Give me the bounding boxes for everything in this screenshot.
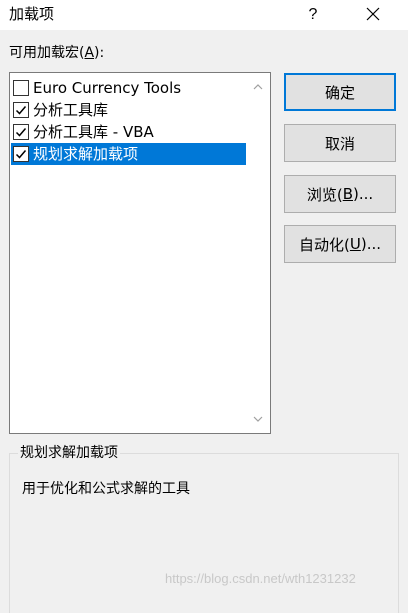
addin-item-label: 分析工具库 [33,101,109,119]
automation-button[interactable]: 自动化(U)... [284,225,396,263]
available-addins-label: 可用加载宏(A): [9,45,105,61]
title-bar: 加载项 ? [0,0,408,30]
watermark-text: https://blog.csdn.net/wth1231232 [165,571,356,586]
checkmark-icon [15,150,27,159]
addin-item-label: 分析工具库 - VBA [33,123,154,141]
description-text: 用于优化和公式求解的工具 [22,481,190,497]
addin-item-analysis-toolpak-vba[interactable]: 分析工具库 - VBA [11,121,247,143]
addin-item-label: Euro Currency Tools [33,79,182,97]
addin-item-solver[interactable]: 规划求解加载项 [11,143,247,165]
addin-item-label: 规划求解加载项 [33,145,139,163]
ok-button[interactable]: 确定 [284,73,396,111]
close-button[interactable] [350,0,396,30]
scroll-down-button[interactable] [246,407,270,431]
addin-checkbox-checked[interactable] [13,124,29,140]
addins-listbox[interactable]: Euro Currency Tools 分析工具库 分析工具库 - VBA 规划… [9,72,271,434]
addin-item-analysis-toolpak[interactable]: 分析工具库 [11,99,247,121]
close-icon [366,6,380,25]
chevron-up-icon [253,84,263,90]
list-scrollbar[interactable] [246,73,270,433]
addins-dialog: 加载项 ? 可用加载宏(A): Euro Currency Tools 分析工具… [0,0,408,613]
addin-checkbox-checked[interactable] [13,146,29,162]
cancel-button[interactable]: 取消 [284,124,396,162]
addin-item-euro-currency-tools[interactable]: Euro Currency Tools [11,77,247,99]
browse-button[interactable]: 浏览(B)... [284,175,396,213]
dialog-title: 加载项 [9,5,55,23]
description-groupbox [9,453,399,613]
help-icon: ? [308,6,318,23]
addin-checkbox-unchecked[interactable] [13,80,29,96]
chevron-down-icon [253,416,263,422]
checkmark-icon [15,128,27,137]
description-title: 规划求解加载项 [18,444,120,462]
addin-checkbox-checked[interactable] [13,102,29,118]
scroll-up-button[interactable] [246,75,270,99]
help-button[interactable]: ? [290,0,336,30]
checkmark-icon [15,106,27,115]
